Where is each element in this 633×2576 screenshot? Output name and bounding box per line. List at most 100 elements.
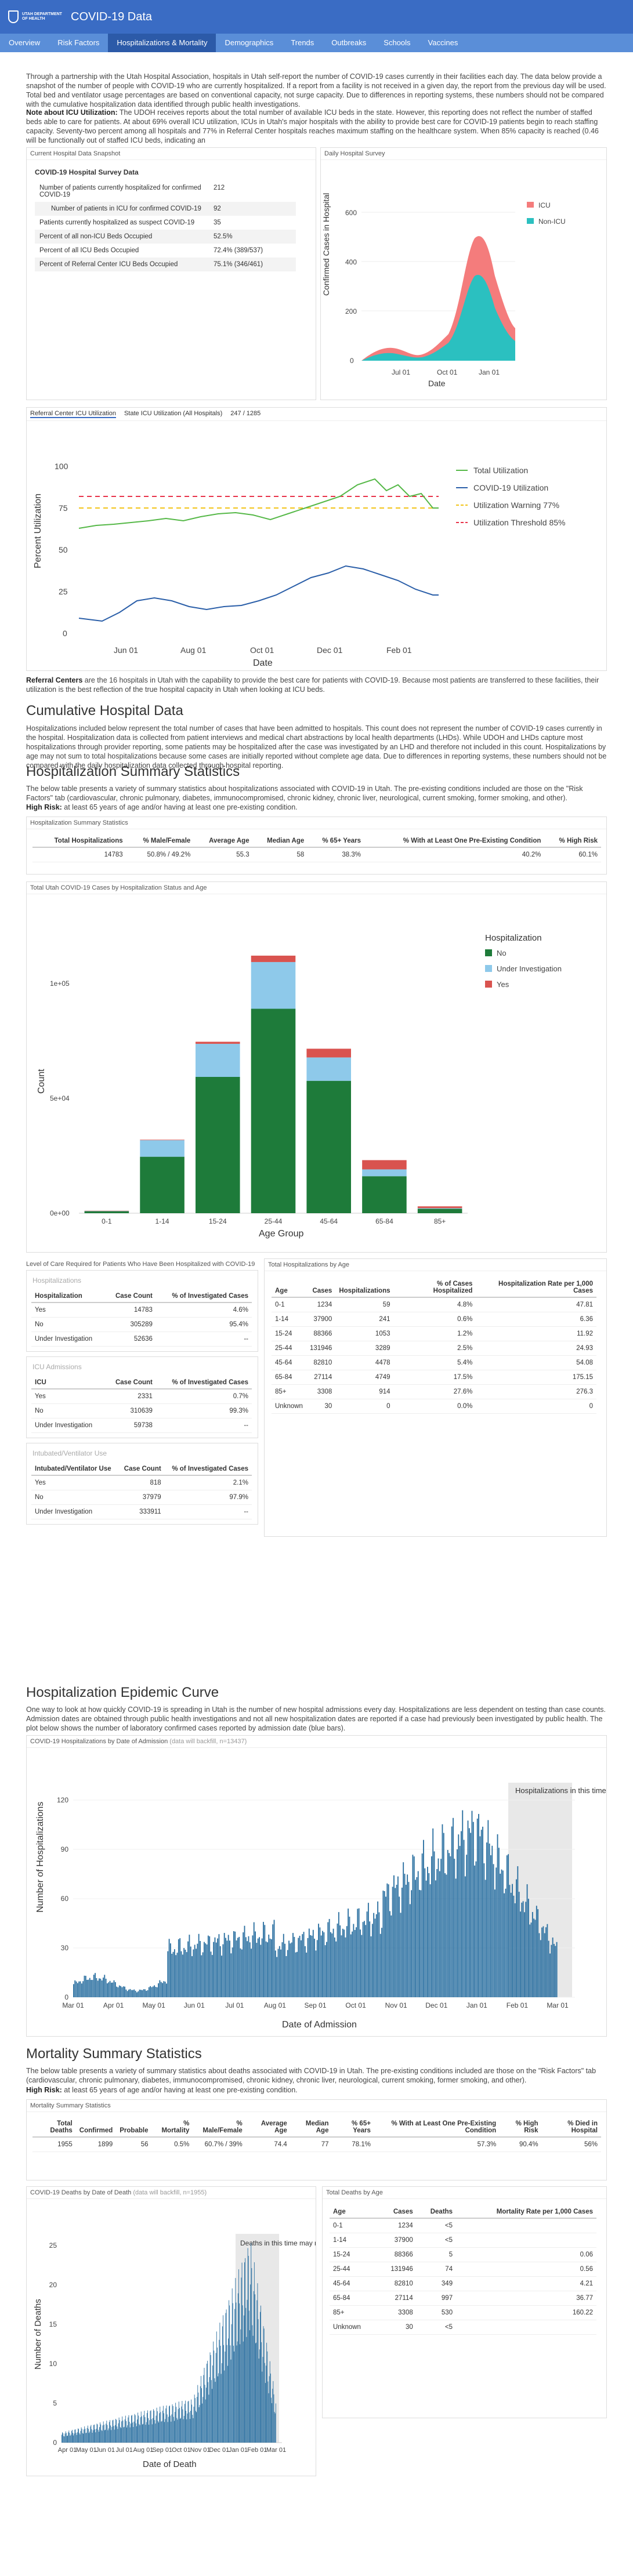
epi-bar[interactable]	[390, 1915, 392, 1997]
death-bar[interactable]	[63, 2436, 64, 2443]
death-bar[interactable]	[248, 2255, 249, 2443]
epi-bar[interactable]	[551, 1944, 552, 1997]
epi-bar[interactable]	[480, 1830, 482, 1997]
death-bar[interactable]	[67, 2435, 68, 2443]
epi-bar[interactable]	[85, 1976, 86, 1997]
epi-bar[interactable]	[264, 1925, 266, 1997]
epi-bar[interactable]	[382, 1891, 384, 1997]
epi-bar[interactable]	[534, 1920, 536, 1997]
epi-bar[interactable]	[524, 1912, 525, 1997]
epi-bar[interactable]	[252, 1935, 254, 1997]
death-bar[interactable]	[254, 2262, 255, 2443]
epi-bar[interactable]	[206, 1944, 208, 1997]
epi-bar[interactable]	[156, 1987, 158, 1997]
epi-bar[interactable]	[300, 1940, 302, 1997]
daily-survey-chart[interactable]: Confirmed Cases in Hospital 600 400 200 …	[321, 160, 606, 392]
epi-bar[interactable]	[299, 1936, 301, 1997]
death-bar[interactable]	[112, 2420, 113, 2443]
epi-bar[interactable]	[352, 1931, 353, 1997]
epi-bar[interactable]	[463, 1840, 465, 1997]
epi-bar[interactable]	[291, 1942, 292, 1997]
death-bar[interactable]	[158, 2422, 159, 2443]
epi-bar[interactable]	[105, 1979, 107, 1997]
epi-bar[interactable]	[468, 1828, 470, 1997]
epi-bar[interactable]	[109, 1980, 111, 1997]
epi-bar[interactable]	[389, 1911, 390, 1997]
tab-overview[interactable]: Overview	[0, 34, 49, 52]
epi-bar[interactable]	[450, 1856, 451, 1997]
epi-bar[interactable]	[170, 1943, 171, 1997]
death-bar[interactable]	[183, 2419, 184, 2443]
death-bar[interactable]	[270, 2373, 271, 2443]
epi-bar[interactable]	[315, 1950, 317, 1997]
epi-bar[interactable]	[183, 1948, 185, 1997]
bar-under-investigation[interactable]	[140, 1140, 185, 1157]
death-bar[interactable]	[79, 2434, 81, 2443]
epi-bar[interactable]	[403, 1862, 404, 1997]
epi-bar[interactable]	[556, 1942, 558, 1997]
epi-bar[interactable]	[194, 1944, 196, 1997]
death-bar[interactable]	[258, 2319, 259, 2443]
death-bar[interactable]	[124, 2426, 125, 2443]
epi-bar[interactable]	[103, 1978, 104, 1997]
death-bar[interactable]	[262, 2357, 263, 2443]
epi-bar[interactable]	[495, 1867, 497, 1997]
epi-bar[interactable]	[384, 1891, 385, 1997]
epi-bar[interactable]	[237, 1938, 238, 1997]
epi-bar[interactable]	[96, 1978, 97, 1997]
death-bar[interactable]	[147, 2410, 148, 2443]
epi-bar[interactable]	[270, 1939, 272, 1997]
epi-bar[interactable]	[453, 1817, 454, 1997]
epi-bar[interactable]	[501, 1869, 502, 1997]
epi-bar[interactable]	[334, 1937, 335, 1997]
epi-bar[interactable]	[400, 1913, 401, 1997]
epi-bar[interactable]	[213, 1942, 215, 1997]
epi-bar[interactable]	[207, 1935, 209, 1997]
epi-bar[interactable]	[444, 1873, 446, 1997]
death-bar[interactable]	[244, 2262, 245, 2443]
epi-bar[interactable]	[162, 1983, 163, 1997]
death-bar[interactable]	[176, 2418, 178, 2443]
epi-bar[interactable]	[442, 1824, 443, 1997]
death-bar[interactable]	[209, 2377, 210, 2443]
epi-bar[interactable]	[238, 1936, 240, 1997]
death-bar[interactable]	[135, 2415, 136, 2443]
epi-bar[interactable]	[304, 1946, 306, 1997]
death-bar[interactable]	[97, 2424, 98, 2443]
epi-bar[interactable]	[160, 1982, 162, 1997]
epi-bar[interactable]	[397, 1876, 399, 1997]
death-bar[interactable]	[73, 2435, 74, 2443]
death-bar[interactable]	[183, 2415, 185, 2443]
epi-bar[interactable]	[509, 1885, 511, 1997]
death-bar[interactable]	[165, 2408, 167, 2443]
epi-bar[interactable]	[407, 1874, 408, 1997]
epi-bar[interactable]	[283, 1933, 284, 1997]
death-bar[interactable]	[263, 2328, 265, 2443]
death-bar[interactable]	[243, 2341, 244, 2443]
epi-bar[interactable]	[88, 1979, 89, 1997]
legend-threshold[interactable]: Utilization Threshold 85%	[473, 518, 566, 527]
epi-bar[interactable]	[97, 1980, 99, 1997]
death-bar[interactable]	[237, 2341, 238, 2443]
death-bar[interactable]	[178, 2409, 179, 2443]
epi-bar[interactable]	[324, 1945, 326, 1997]
death-bar[interactable]	[70, 2436, 71, 2443]
epi-bar[interactable]	[421, 1853, 423, 1997]
epi-bar[interactable]	[375, 1914, 377, 1997]
epi-bar[interactable]	[533, 1918, 535, 1997]
bar-no[interactable]	[251, 1008, 296, 1214]
epi-bar[interactable]	[482, 1826, 483, 1997]
death-bar[interactable]	[83, 2433, 84, 2443]
tab-schools[interactable]: Schools	[375, 34, 419, 52]
epi-bar[interactable]	[95, 1973, 96, 1997]
epi-bar[interactable]	[225, 1938, 226, 1997]
death-bar[interactable]	[194, 2394, 195, 2443]
epi-bar[interactable]	[248, 1936, 249, 1997]
death-bar[interactable]	[179, 2408, 180, 2443]
epi-bar[interactable]	[478, 1813, 480, 1997]
tab-referral-icu[interactable]: Referral Center ICU Utilization	[30, 410, 116, 418]
death-bar[interactable]	[86, 2428, 88, 2443]
epi-bar[interactable]	[367, 1903, 369, 1997]
death-bar[interactable]	[97, 2429, 99, 2443]
epi-bar[interactable]	[354, 1929, 356, 1997]
